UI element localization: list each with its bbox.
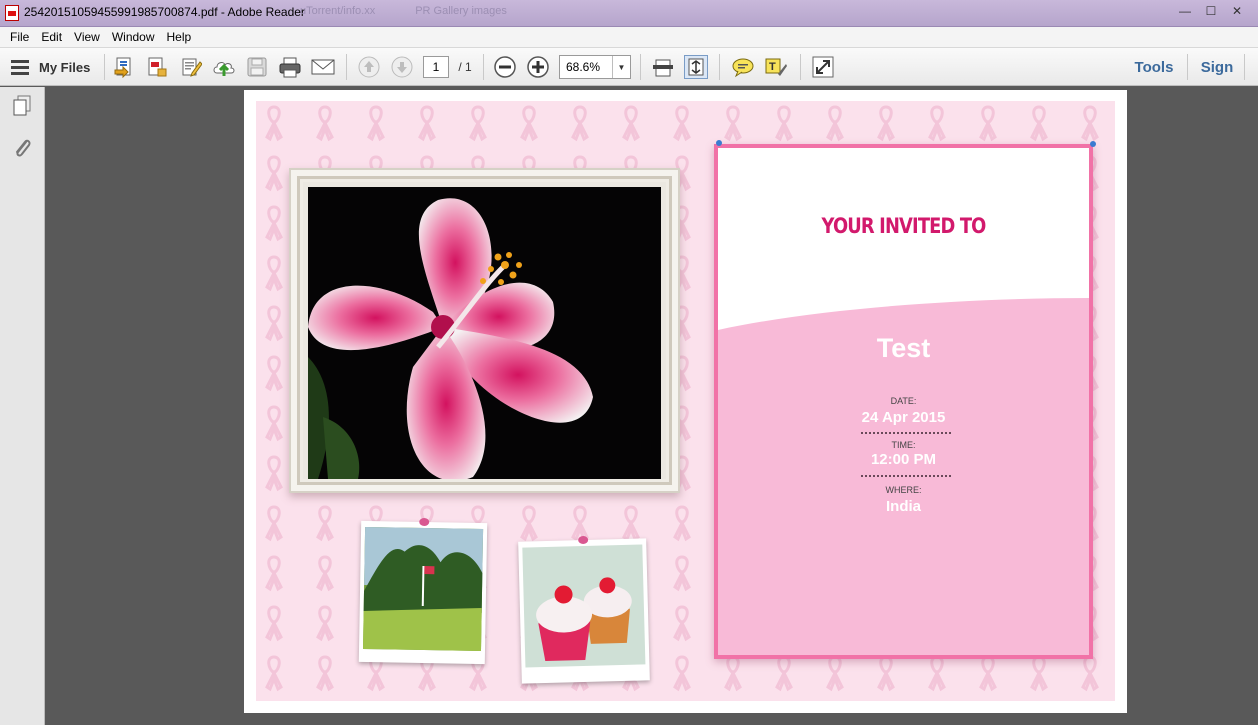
time-value: 12:00 PM — [870, 451, 937, 468]
where-value: India — [885, 498, 921, 515]
background-window-titles: uTorrent/info.xx PR Gallery images — [300, 5, 507, 17]
paperclip-icon — [16, 139, 31, 157]
toolbar-separator — [640, 54, 641, 80]
pdf-file-icon — [5, 5, 19, 21]
date-value: 24 Apr 2015 — [861, 409, 946, 426]
arrow-down-icon — [391, 56, 413, 78]
comment-icon — [732, 58, 754, 78]
my-files-label: My Files — [39, 59, 91, 75]
fit-width-icon — [653, 59, 673, 77]
chevron-down-icon[interactable]: ▼ — [612, 56, 630, 78]
event-name: Test — [876, 333, 931, 363]
main-toolbar: My Files 1 / 1 68.6% ▼ T Tools Sign — [0, 48, 1258, 86]
previous-page-button[interactable] — [357, 55, 381, 79]
fit-page-button[interactable] — [684, 55, 708, 79]
hibiscus-flower-image — [308, 198, 593, 479]
upload-button[interactable] — [212, 55, 236, 79]
toolbar-separator — [719, 54, 720, 80]
next-page-button[interactable] — [390, 55, 414, 79]
cupcakes-snapshot — [518, 535, 650, 684]
divider-dotted — [861, 475, 951, 477]
maximize-button[interactable]: ☐ — [1198, 2, 1224, 20]
tools-link[interactable]: Tools — [1130, 55, 1178, 79]
toolbar-separator — [1244, 54, 1245, 80]
invitation-details-panel: YOUR INVITED TO Test DATE: 24 Apr 2015 T… — [714, 144, 1093, 659]
edit-pdf-icon — [182, 58, 202, 77]
highlight-icon: T — [765, 58, 787, 76]
golf-course-image — [363, 526, 484, 652]
menu-bar: File Edit View Window Help — [0, 27, 1258, 48]
attachments-button[interactable] — [11, 137, 33, 159]
sticky-note-button[interactable] — [731, 55, 755, 79]
save-button[interactable] — [245, 55, 269, 79]
page-number-field-wrap — [423, 55, 449, 79]
zoom-select[interactable]: ▼ — [559, 55, 631, 79]
menu-window[interactable]: Window — [106, 30, 161, 44]
zoom-select-wrap: ▼ — [559, 55, 631, 79]
hibiscus-photo — [308, 187, 661, 479]
where-label: WHERE: — [885, 485, 922, 495]
export-pdf-button[interactable] — [145, 55, 169, 79]
zoom-out-icon — [494, 56, 516, 78]
white-wave-header — [718, 148, 1089, 330]
create-pdf-icon — [114, 57, 131, 78]
my-files-button[interactable]: My Files — [10, 55, 100, 79]
page-thumbnails-button[interactable] — [11, 95, 33, 117]
export-pdf-icon — [148, 57, 167, 77]
highlight-button[interactable]: T — [764, 55, 788, 79]
pages-icon — [13, 95, 31, 116]
selection-handle[interactable] — [716, 140, 722, 146]
window-controls: — ☐ ✕ — [1172, 2, 1250, 20]
menu-edit[interactable]: Edit — [35, 30, 68, 44]
page-total-wrap: / 1 — [454, 55, 476, 79]
page-total: / 1 — [458, 60, 472, 74]
toolbar-separator — [346, 54, 347, 80]
window-title: 25420151059455991985700874.pdf - Adobe R… — [24, 5, 305, 19]
sign-label: Sign — [1200, 58, 1234, 76]
zoom-in-icon — [527, 56, 549, 78]
toolbar-separator — [800, 54, 801, 80]
golf-course-snapshot — [358, 517, 488, 665]
minimize-button[interactable]: — — [1172, 2, 1198, 20]
arrow-up-icon — [358, 56, 380, 78]
menu-icon — [11, 60, 29, 75]
page-number-input[interactable] — [423, 56, 449, 78]
divider-dotted — [861, 432, 951, 434]
invitation-heading: YOUR INVITED TO — [821, 214, 987, 238]
tools-label: Tools — [1134, 58, 1174, 76]
window-titlebar: 25420151059455991985700874.pdf - Adobe R… — [0, 0, 1258, 27]
date-label: DATE: — [890, 396, 917, 406]
sign-link[interactable]: Sign — [1196, 55, 1238, 79]
navigation-pane — [0, 87, 45, 725]
fit-width-button[interactable] — [651, 55, 675, 79]
cupcakes-image — [522, 544, 646, 668]
close-button[interactable]: ✕ — [1224, 2, 1250, 20]
svg-text:T: T — [769, 61, 776, 73]
fit-page-icon — [688, 58, 704, 76]
zoom-in-button[interactable] — [526, 55, 550, 79]
edit-pdf-button[interactable] — [179, 55, 203, 79]
toolbar-separator — [1187, 54, 1188, 80]
save-icon — [247, 57, 267, 77]
toolbar-separator — [483, 54, 484, 80]
upload-cloud-icon — [213, 62, 235, 76]
menu-help[interactable]: Help — [161, 30, 198, 44]
toolbar-separator — [104, 54, 105, 80]
print-button[interactable] — [278, 55, 302, 79]
email-button[interactable] — [311, 55, 335, 79]
zoom-out-button[interactable] — [493, 55, 517, 79]
pushpin-icon — [419, 517, 430, 527]
ghost-tab-2: PR Gallery images — [415, 5, 507, 17]
email-icon — [311, 59, 335, 75]
selection-handle[interactable] — [1090, 141, 1096, 147]
create-pdf-button[interactable] — [112, 55, 136, 79]
fullscreen-icon — [812, 56, 834, 78]
menu-file[interactable]: File — [4, 30, 35, 44]
time-label: TIME: — [891, 440, 916, 450]
print-icon — [279, 57, 301, 78]
zoom-level-input[interactable] — [560, 56, 612, 78]
fullscreen-button[interactable] — [811, 55, 835, 79]
menu-view[interactable]: View — [68, 30, 106, 44]
ghost-tab-1: uTorrent/info.xx — [300, 5, 376, 17]
